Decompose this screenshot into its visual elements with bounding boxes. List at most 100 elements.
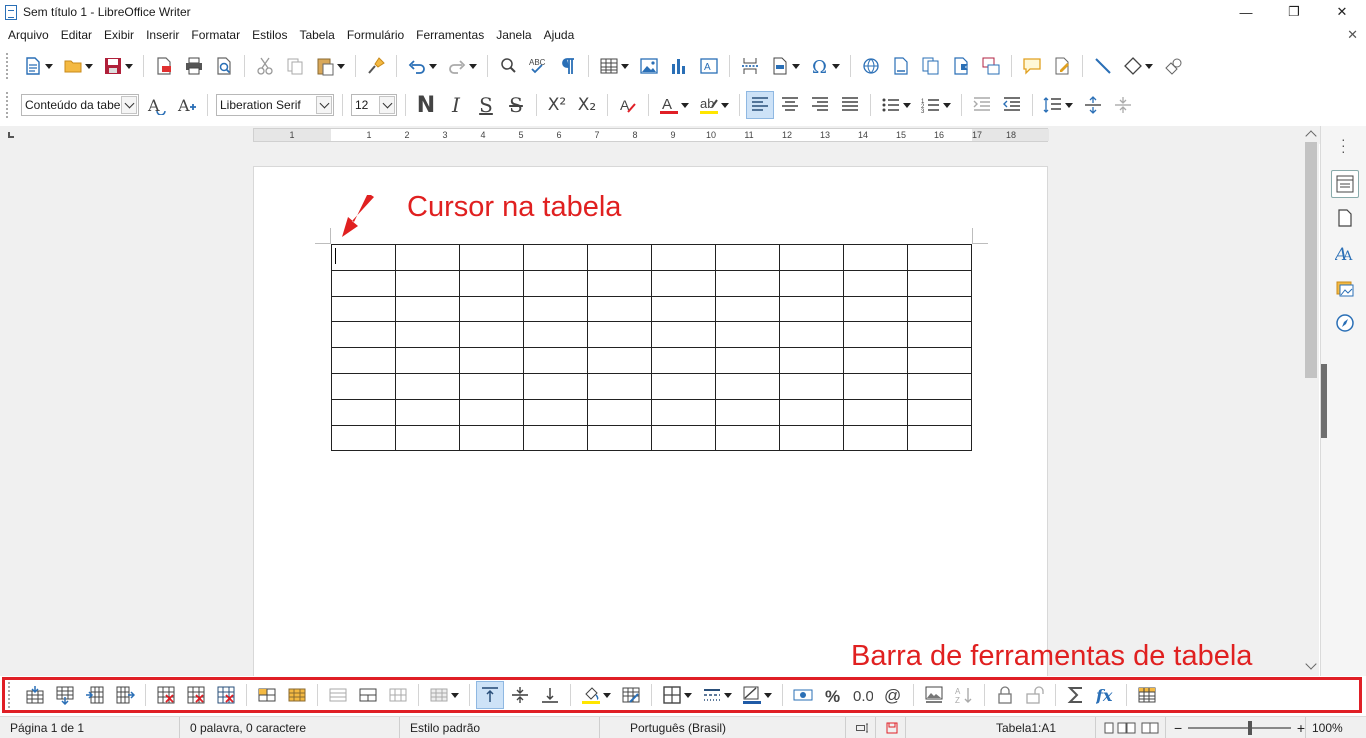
table-cell[interactable] <box>843 269 908 297</box>
basic-shapes-icon[interactable] <box>1119 52 1157 80</box>
delete-rows-icon[interactable] <box>152 681 180 709</box>
insert-page-break-icon[interactable] <box>736 52 764 80</box>
table-cell[interactable] <box>907 269 972 297</box>
table-cell[interactable] <box>523 269 588 297</box>
autoformat-styles-icon[interactable] <box>617 681 645 709</box>
number-format-percent-icon[interactable]: % <box>819 681 847 709</box>
table-cell[interactable] <box>331 321 396 349</box>
table-cell[interactable] <box>907 347 972 374</box>
table-cell[interactable] <box>523 372 588 400</box>
decrease-paragraph-spacing-icon[interactable] <box>1109 91 1137 119</box>
print-preview-icon[interactable] <box>210 52 238 80</box>
cell-background-color-icon[interactable] <box>577 681 615 709</box>
minimize-button[interactable]: — <box>1222 0 1270 24</box>
table-cell[interactable] <box>843 372 908 400</box>
vertical-scrollbar[interactable] <box>1303 126 1319 676</box>
table-cell[interactable] <box>843 347 908 374</box>
borders-icon[interactable] <box>658 681 696 709</box>
zoom-in-button[interactable]: + <box>1297 720 1305 736</box>
sidebar-menu-icon[interactable]: · · · <box>1341 132 1346 158</box>
maximize-button[interactable]: ❐ <box>1270 0 1318 24</box>
font-color-icon[interactable]: A <box>655 91 693 119</box>
table-cell[interactable] <box>587 295 652 323</box>
formula-icon[interactable]: fx <box>1092 681 1120 709</box>
save-icon[interactable] <box>99 52 137 80</box>
chevron-down-icon[interactable] <box>121 96 137 114</box>
print-icon[interactable] <box>180 52 208 80</box>
border-style-icon[interactable] <box>698 681 736 709</box>
paragraph-style-select[interactable]: Conteúdo da tabela <box>21 94 139 116</box>
align-top-icon[interactable] <box>476 681 504 709</box>
undo-icon[interactable] <box>403 52 441 80</box>
table-cell[interactable] <box>523 295 588 323</box>
table-cell[interactable] <box>651 295 716 323</box>
table-cell[interactable] <box>843 295 908 323</box>
increase-indent-icon[interactable] <box>968 91 996 119</box>
zoom-slider-knob[interactable] <box>1248 720 1253 735</box>
table-cell[interactable] <box>651 347 716 374</box>
table-cell[interactable] <box>843 424 908 452</box>
horizontal-ruler[interactable]: 1 1 2 3 4 5 6 7 8 9 10 11 12 13 14 15 16… <box>253 128 1049 142</box>
table-cell[interactable] <box>907 424 972 452</box>
optimize-size-icon[interactable] <box>425 681 463 709</box>
align-middle-icon[interactable] <box>506 681 534 709</box>
table-cell[interactable] <box>779 321 844 349</box>
insert-comment-icon[interactable] <box>1018 52 1046 80</box>
merge-cells-icon[interactable] <box>324 681 352 709</box>
toolbar-grip[interactable] <box>6 53 14 79</box>
page-style[interactable]: Estilo padrão <box>400 716 600 738</box>
insert-rows-below-icon[interactable] <box>51 681 79 709</box>
insert-table-icon[interactable] <box>595 52 633 80</box>
number-format-currency-icon[interactable] <box>789 681 817 709</box>
table-cell[interactable] <box>395 347 460 374</box>
highlight-color-icon[interactable]: ab <box>695 91 733 119</box>
table-cell[interactable] <box>587 321 652 349</box>
insert-special-character-icon[interactable]: Ω <box>806 52 844 80</box>
decrease-indent-icon[interactable] <box>998 91 1026 119</box>
italic-button[interactable]: I <box>442 91 470 119</box>
sort-icon[interactable]: AZ <box>950 681 978 709</box>
table-cell-reference[interactable]: Tabela1:A1 <box>906 716 1096 738</box>
table-cell[interactable] <box>715 244 780 271</box>
table-cell[interactable] <box>331 244 396 271</box>
table-cell[interactable] <box>459 372 524 400</box>
table-cell[interactable] <box>459 244 524 271</box>
table-cell[interactable] <box>459 295 524 323</box>
menu-tabela[interactable]: Tabela <box>293 28 340 42</box>
table-cell[interactable] <box>715 372 780 400</box>
spelling-icon[interactable]: ABC <box>524 52 552 80</box>
insert-hyperlink-icon[interactable] <box>857 52 885 80</box>
tab-stop-selector[interactable] <box>8 132 14 138</box>
table-cell[interactable] <box>779 372 844 400</box>
redo-icon[interactable] <box>443 52 481 80</box>
paste-icon[interactable] <box>311 52 349 80</box>
table-cell[interactable] <box>523 321 588 349</box>
table-cell[interactable] <box>331 372 396 400</box>
select-table-icon[interactable] <box>283 681 311 709</box>
menu-janela[interactable]: Janela <box>490 28 537 42</box>
table-cell[interactable] <box>907 244 972 271</box>
table-cell[interactable] <box>843 398 908 426</box>
table-cell[interactable] <box>395 269 460 297</box>
export-pdf-icon[interactable] <box>150 52 178 80</box>
table-cell[interactable] <box>651 398 716 426</box>
toolbar-grip[interactable] <box>6 92 14 118</box>
clone-formatting-icon[interactable] <box>362 52 390 80</box>
align-left-icon[interactable] <box>746 91 774 119</box>
line-spacing-icon[interactable] <box>1039 91 1077 119</box>
close-document-button[interactable]: ✕ <box>1347 27 1358 43</box>
insert-columns-after-icon[interactable] <box>111 681 139 709</box>
insert-columns-before-icon[interactable] <box>81 681 109 709</box>
table-cell[interactable] <box>587 244 652 271</box>
table-cell[interactable] <box>395 244 460 271</box>
table-cell[interactable] <box>523 347 588 374</box>
menu-ajuda[interactable]: Ajuda <box>538 28 581 42</box>
draw-functions-icon[interactable] <box>1159 52 1187 80</box>
unprotect-cells-icon[interactable] <box>1021 681 1049 709</box>
insert-rows-above-icon[interactable] <box>21 681 49 709</box>
new-style-icon[interactable]: A <box>173 91 201 119</box>
delete-columns-icon[interactable] <box>182 681 210 709</box>
subscript-button[interactable]: X₂ <box>573 91 601 119</box>
table-cell[interactable] <box>587 269 652 297</box>
table-cell[interactable] <box>331 269 396 297</box>
